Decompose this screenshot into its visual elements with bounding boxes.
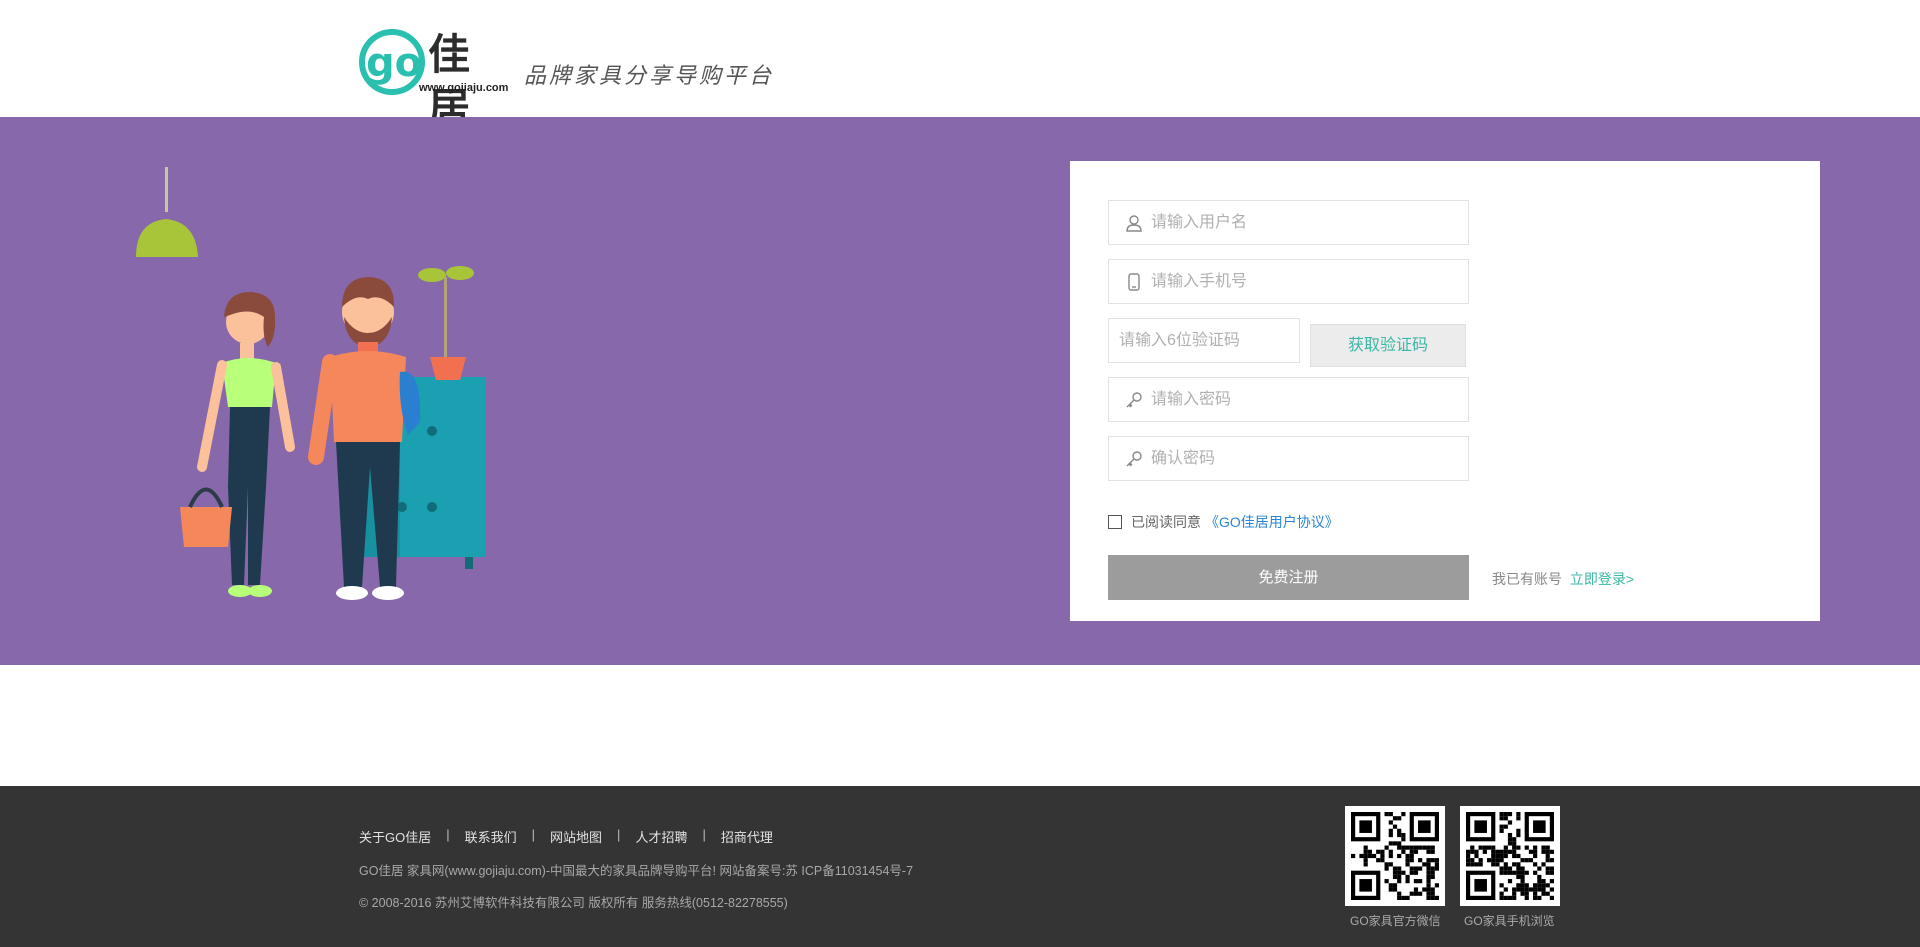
footer: 关于GO佳居 | 联系我们 | 网站地图 | 人才招聘 | 招商代理 GO佳居 … — [0, 786, 1920, 947]
man-sweater — [330, 351, 406, 442]
register-panel: 获取验证码 已阅读同意 《GO佳居用户协议》 免费注册 我已有账号 立即登录> — [1070, 161, 1820, 621]
footer-separator: | — [446, 827, 450, 842]
username-field[interactable] — [1108, 200, 1469, 245]
woman-top — [222, 358, 276, 407]
logo-url: www.gojiaju.com — [419, 82, 509, 94]
footer-link-jobs[interactable]: 人才招聘 — [635, 827, 687, 846]
agree-checkbox[interactable] — [1108, 515, 1122, 529]
verify-code-field[interactable] — [1108, 318, 1300, 363]
site-slogan: 品牌家具分享导购平台 — [524, 64, 775, 89]
cabinet-leg — [465, 557, 473, 569]
register-button[interactable]: 免费注册 — [1108, 555, 1469, 600]
footer-links: 关于GO佳居 | 联系我们 | 网站地图 | 人才招聘 | 招商代理 — [359, 827, 773, 846]
agreement-link[interactable]: 《GO佳居用户协议》 — [1205, 512, 1339, 532]
key-icon — [1126, 451, 1142, 467]
login-link[interactable]: 立即登录> — [1570, 571, 1634, 587]
footer-link-sitemap[interactable]: 网站地图 — [550, 827, 602, 846]
mobile-qr-caption: GO家具手机浏览 — [1464, 914, 1555, 928]
verify-code-input[interactable] — [1119, 319, 1289, 362]
footer-link-franchise[interactable]: 招商代理 — [721, 827, 773, 846]
woman-bag — [180, 507, 232, 547]
has-account-text: 我已有账号 — [1492, 571, 1562, 587]
woman-legs — [228, 407, 270, 585]
phone-field[interactable] — [1108, 259, 1469, 304]
phone-icon — [1128, 273, 1140, 291]
header: go 佳居 www.gojiaju.com 品牌家具分享导购平台 — [0, 0, 1920, 133]
footer-separator: | — [531, 827, 536, 842]
footer-separator: | — [617, 827, 621, 842]
couple-illustration — [136, 167, 485, 600]
agreement-row: 已阅读同意 《GO佳居用户协议》 — [1108, 512, 1339, 532]
agree-text: 已阅读同意 — [1131, 514, 1201, 530]
confirm-password-input[interactable] — [1151, 437, 1451, 480]
has-account-row: 我已有账号 立即登录> — [1492, 569, 1634, 589]
footer-link-about[interactable]: 关于GO佳居 — [359, 827, 431, 846]
lamp-cord — [165, 167, 168, 212]
svg-text:go: go — [366, 40, 422, 86]
plant-pot — [430, 357, 466, 380]
password-field[interactable] — [1108, 377, 1469, 422]
get-code-button[interactable]: 获取验证码 — [1310, 324, 1466, 367]
mobile-qr-code — [1460, 806, 1560, 906]
footer-separator: | — [702, 827, 706, 842]
wechat-qr-code — [1345, 806, 1445, 906]
lamp-shade — [136, 219, 198, 257]
password-input[interactable] — [1151, 378, 1451, 421]
user-icon — [1126, 215, 1142, 232]
wechat-qr-caption: GO家具官方微信 — [1350, 914, 1441, 928]
register-banner: 获取验证码 已阅读同意 《GO佳居用户协议》 免费注册 我已有账号 立即登录> — [0, 117, 1920, 665]
confirm-password-field[interactable] — [1108, 436, 1469, 481]
footer-copyright: © 2008-2016 苏州艾博软件科技有限公司 版权所有 服务热线(0512-… — [359, 896, 788, 910]
footer-link-contact[interactable]: 联系我们 — [465, 827, 517, 846]
phone-input[interactable] — [1151, 260, 1451, 303]
site-logo[interactable]: go 佳居 www.gojiaju.com — [358, 26, 508, 133]
key-icon — [1126, 392, 1142, 408]
footer-icp-line: GO佳居 家具网(www.gojiaju.com)-中国最大的家具品牌导购平台!… — [359, 864, 914, 878]
username-input[interactable] — [1151, 201, 1451, 244]
